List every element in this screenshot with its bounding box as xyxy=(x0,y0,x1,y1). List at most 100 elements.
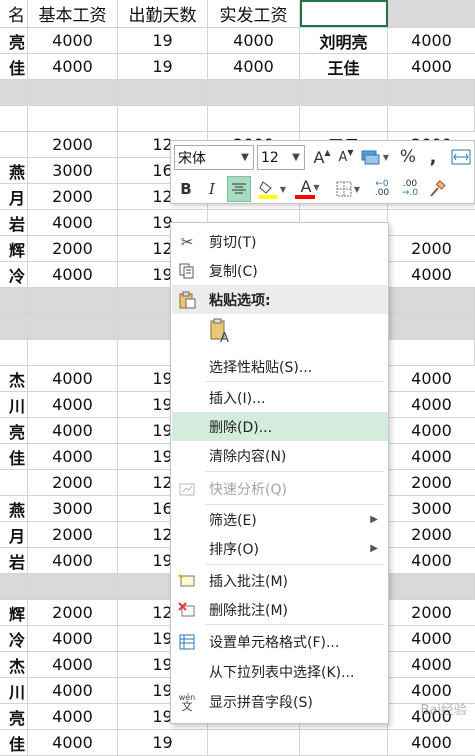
font-color-button[interactable]: A ▼ xyxy=(293,176,327,202)
header-col-d[interactable]: 实发工资 xyxy=(208,0,300,27)
paste-option-values[interactable]: A xyxy=(172,316,388,350)
cell-name-col-a[interactable]: 岩 xyxy=(0,210,28,235)
cell-attendance-days[interactable]: 19 xyxy=(118,54,208,79)
cell-salary-col-f[interactable]: 4000 xyxy=(388,54,475,79)
cell-base-salary[interactable]: 4000 xyxy=(28,262,118,287)
cell-base-salary[interactable]: 4000 xyxy=(28,652,118,677)
grow-font-button[interactable]: A ▲ xyxy=(311,144,333,170)
menu-item-insert-comment[interactable]: 插入批注(M) xyxy=(172,566,388,595)
menu-item-quick-analysis[interactable]: 快速分析(Q) xyxy=(172,474,388,503)
empty-cell[interactable] xyxy=(0,288,28,313)
empty-cell[interactable] xyxy=(388,106,475,131)
menu-item-pick-from-list[interactable]: 从下拉列表中选择(K)... xyxy=(172,657,388,686)
cell-salary-col-f[interactable] xyxy=(388,210,475,235)
cell-name-col-a[interactable]: 燕 xyxy=(0,158,28,183)
menu-item-filter[interactable]: 筛选(E) ▶ xyxy=(172,505,388,534)
cell-salary-col-f[interactable]: 2000 xyxy=(388,522,475,547)
cell-name-col-a[interactable]: 辉 xyxy=(0,600,28,625)
empty-cell[interactable] xyxy=(388,314,475,339)
chevron-down-icon[interactable]: ▼ xyxy=(288,146,304,169)
empty-cell[interactable] xyxy=(208,106,300,131)
empty-cell[interactable] xyxy=(0,314,28,339)
empty-cell[interactable] xyxy=(28,314,118,339)
cell-name-col-a[interactable] xyxy=(0,470,28,495)
empty-cell[interactable] xyxy=(0,574,28,599)
menu-item-copy[interactable]: 复制(C) xyxy=(172,256,388,285)
cell-salary-col-f[interactable]: 2000 xyxy=(388,236,475,261)
menu-item-clear-contents[interactable]: 清除内容(N) xyxy=(172,441,388,470)
empty-cell[interactable] xyxy=(300,80,388,105)
cell-base-salary[interactable]: 4000 xyxy=(28,54,118,79)
empty-cell[interactable] xyxy=(388,574,475,599)
cell-base-salary[interactable]: 4000 xyxy=(28,210,118,235)
format-painter-button[interactable] xyxy=(425,176,449,202)
cell-name-col-a[interactable]: 月 xyxy=(0,184,28,209)
menu-item-paste-special[interactable]: 选择性粘贴(S)... xyxy=(172,352,388,381)
cell-base-salary[interactable]: 4000 xyxy=(28,678,118,703)
cell-salary-col-f[interactable]: 4000 xyxy=(388,418,475,443)
cell-attendance-days[interactable]: 19 xyxy=(118,730,208,755)
menu-item-insert[interactable]: 插入(I)... xyxy=(172,383,388,412)
cell-base-salary[interactable]: 4000 xyxy=(28,28,118,53)
center-align-button[interactable] xyxy=(227,176,251,202)
borders-button[interactable]: ▼ xyxy=(331,176,365,202)
cell-salary-col-f[interactable]: 4000 xyxy=(388,392,475,417)
cell-base-salary[interactable]: 4000 xyxy=(28,626,118,651)
cell-actual-salary[interactable]: 4000 xyxy=(208,54,300,79)
cell-salary-col-f[interactable]: 4000 xyxy=(388,28,475,53)
cell-employee-name[interactable] xyxy=(300,730,388,755)
cell-actual-salary[interactable] xyxy=(208,730,300,755)
cell-name-col-a[interactable]: 冷 xyxy=(0,626,28,651)
cell-employee-name[interactable]: 王佳 xyxy=(300,54,388,79)
cell-name-col-a[interactable]: 亮 xyxy=(0,28,28,53)
shrink-font-button[interactable]: A ▼ xyxy=(335,144,357,170)
menu-item-sort[interactable]: 排序(O) ▶ xyxy=(172,534,388,563)
cell-base-salary[interactable]: 4000 xyxy=(28,548,118,573)
cell-salary-col-f[interactable]: 2000 xyxy=(388,600,475,625)
cell-name-col-a[interactable]: 佳 xyxy=(0,730,28,755)
cell-salary-col-f[interactable]: 4000 xyxy=(388,548,475,573)
menu-item-delete[interactable]: 删除(D)... xyxy=(172,412,388,441)
cell-base-salary[interactable]: 4000 xyxy=(28,704,118,729)
empty-cell[interactable] xyxy=(28,80,118,105)
cell-name-col-a[interactable]: 亮 xyxy=(0,704,28,729)
cell-base-salary[interactable]: 4000 xyxy=(28,444,118,469)
cell-name-col-a[interactable]: 佳 xyxy=(0,444,28,469)
cell-base-salary[interactable]: 4000 xyxy=(28,418,118,443)
cell-salary-col-f[interactable]: 4000 xyxy=(388,652,475,677)
increase-decimal-button[interactable]: ←0.00 xyxy=(369,176,395,202)
cell-base-salary[interactable]: 4000 xyxy=(28,392,118,417)
empty-cell[interactable] xyxy=(388,80,475,105)
cell-name-col-a[interactable] xyxy=(0,132,28,157)
cell-employee-name[interactable]: 刘明亮 xyxy=(300,28,388,53)
empty-cell[interactable] xyxy=(28,106,118,131)
empty-cell[interactable] xyxy=(0,340,28,365)
font-size-combo[interactable]: 12 ▼ xyxy=(257,145,305,170)
cell-base-salary[interactable]: 2000 xyxy=(28,522,118,547)
cell-name-col-a[interactable]: 燕 xyxy=(0,496,28,521)
cell-salary-col-f[interactable]: 4000 xyxy=(388,366,475,391)
cell-salary-col-f[interactable]: 3000 xyxy=(388,496,475,521)
header-col-b[interactable]: 基本工资 xyxy=(28,0,118,27)
cell-attendance-days[interactable]: 19 xyxy=(118,28,208,53)
italic-button[interactable]: I xyxy=(201,176,223,202)
cell-base-salary[interactable]: 2000 xyxy=(28,236,118,261)
cell-base-salary[interactable]: 2000 xyxy=(28,132,118,157)
cell-base-salary[interactable]: 4000 xyxy=(28,730,118,755)
menu-item-cut[interactable]: ✂ 剪切(T) xyxy=(172,227,388,256)
accounting-format-button[interactable]: ▼ xyxy=(359,144,391,170)
cell-name-col-a[interactable]: 冷 xyxy=(0,262,28,287)
cell-name-col-a[interactable]: 月 xyxy=(0,522,28,547)
wrap-text-button[interactable] xyxy=(449,144,473,170)
cell-salary-col-f[interactable]: 4000 xyxy=(388,262,475,287)
empty-cell[interactable] xyxy=(118,106,208,131)
percent-style-button[interactable]: % xyxy=(397,144,419,170)
decrease-decimal-button[interactable]: .00 →.0 xyxy=(397,176,423,202)
cell-base-salary[interactable]: 3000 xyxy=(28,158,118,183)
empty-cell[interactable] xyxy=(28,574,118,599)
empty-cell[interactable] xyxy=(388,340,475,365)
cell-name-col-a[interactable]: 杰 xyxy=(0,366,28,391)
cell-salary-col-f[interactable]: 4000 xyxy=(388,444,475,469)
fill-color-button[interactable]: ▼ xyxy=(255,176,289,202)
menu-item-show-phonetic[interactable]: wén 文 显示拼音字段(S) xyxy=(172,687,388,716)
